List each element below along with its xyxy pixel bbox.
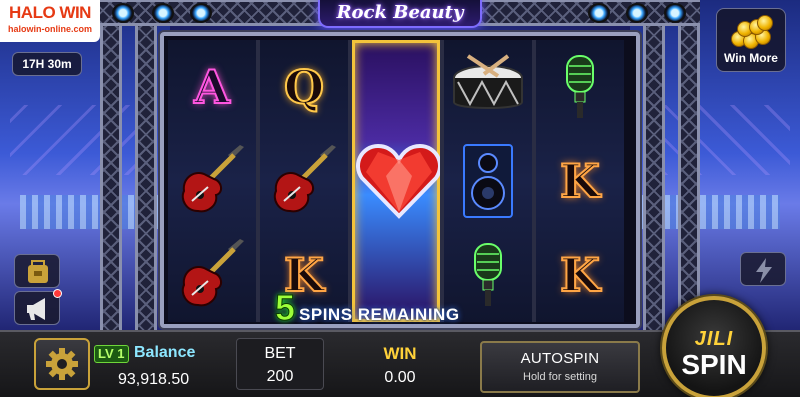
spotlight-icon [626, 3, 648, 23]
win-display: WIN 0.00 [352, 338, 448, 390]
logo-site: halowin-online.com [7, 24, 92, 34]
game-stage: Rock Beauty HALO WIN halowin-online.com … [0, 0, 800, 397]
win-value: 0.00 [384, 369, 416, 386]
balance-label: Balance [134, 344, 196, 361]
free-spins-label: SPINS REMAINING [299, 305, 460, 324]
autospin-button[interactable]: AUTOSPIN Hold for setting [480, 341, 640, 393]
light-chevrons [10, 105, 150, 175]
truss-right-outer [678, 0, 700, 340]
win-label: WIN [383, 344, 417, 363]
bet-selector[interactable]: BET 200 [236, 338, 324, 390]
symbol-cell [444, 40, 532, 134]
symbol-cell: K [536, 134, 624, 228]
free-spins-count: 5 [274, 287, 296, 328]
electric-guitar-icon [273, 145, 336, 213]
symbol-cell: A [168, 40, 256, 134]
letter-k-symbol: K [559, 153, 601, 209]
autospin-hint: Hold for setting [523, 371, 597, 383]
reel-4 [444, 40, 532, 322]
spotlight-icon [588, 3, 610, 23]
drum-icon [453, 54, 523, 109]
electric-guitar-icon [181, 145, 244, 213]
symbol-cell [168, 228, 256, 322]
spotlight-icon [112, 3, 134, 23]
game-title: Rock Beauty [336, 2, 464, 23]
announcement-button[interactable] [14, 289, 62, 325]
balance-value: 93,918.50 [118, 371, 190, 388]
reel-3-wild [352, 40, 443, 322]
bet-value: 200 [266, 368, 294, 385]
bag-button[interactable] [14, 254, 60, 288]
truss-left-outer [100, 0, 122, 340]
speaker-icon [463, 144, 513, 218]
spotlight-icon [190, 3, 212, 23]
microphone-icon [566, 55, 594, 118]
site-logo: HALO WIN halowin-online.com [0, 0, 100, 42]
reel-5: K K [536, 40, 624, 322]
reel-frame: A Q K K K [160, 32, 640, 328]
level-badge: LV 1 [94, 345, 129, 363]
autospin-label: AUTOSPIN [520, 350, 600, 367]
letter-k-symbol: K [559, 247, 601, 303]
free-spins-banner: 5 SPINS REMAINING [274, 287, 460, 328]
reel-1: A [168, 40, 256, 322]
symbol-cell: Q [260, 40, 348, 134]
microphone-icon [474, 243, 502, 306]
win-more-label: Win More [724, 51, 778, 65]
lightning-icon [756, 258, 772, 283]
symbol-cell [260, 134, 348, 228]
gold-coins-icon [731, 15, 773, 49]
spin-button[interactable]: JILI SPIN [662, 296, 766, 397]
event-timer: 17H 30m [12, 52, 82, 76]
bag-icon [28, 260, 48, 283]
game-title-plate: Rock Beauty [318, 0, 482, 28]
gear-icon [46, 348, 78, 380]
settings-button[interactable] [34, 338, 90, 390]
letter-q-symbol: Q [283, 59, 325, 115]
letter-a-symbol: A [193, 59, 231, 115]
reel-2: Q K [260, 40, 348, 322]
symbol-cell: K [536, 228, 624, 322]
turbo-button[interactable] [740, 252, 786, 286]
symbol-cell [444, 134, 532, 228]
spin-label: SPIN [681, 349, 747, 380]
truss-right-inner [643, 0, 665, 340]
spin-brand: JILI [694, 328, 734, 350]
win-more-button[interactable]: Win More [716, 8, 786, 72]
notification-dot [53, 289, 62, 298]
symbol-cell [536, 40, 624, 134]
electric-guitar-icon [181, 239, 244, 307]
logo-brand: HALO WIN [9, 3, 91, 22]
truss-left-inner [135, 0, 157, 340]
heart-gem-icon [356, 143, 442, 219]
symbol-cell [355, 127, 443, 237]
bet-label: BET [264, 345, 296, 362]
light-chevrons [650, 105, 790, 175]
spotlight-icon [152, 3, 174, 23]
spotlight-icon [664, 3, 686, 23]
symbol-cell [168, 134, 256, 228]
